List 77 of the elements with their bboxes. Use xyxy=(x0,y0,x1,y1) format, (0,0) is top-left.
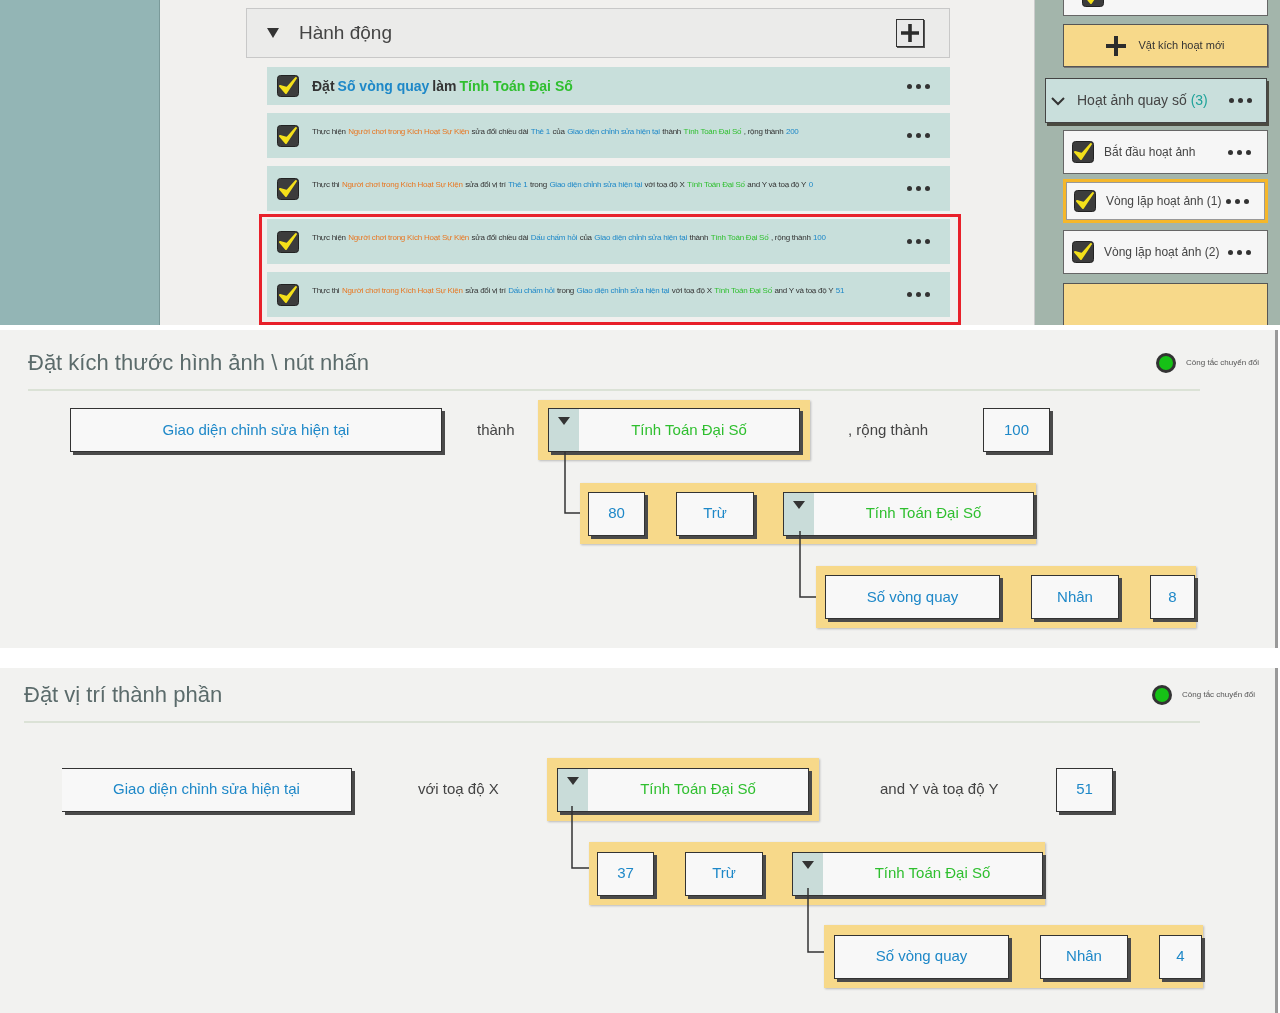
checkbox[interactable] xyxy=(277,177,299,200)
group-title: Hoạt ảnh quay số (3) xyxy=(1077,91,1209,110)
toggle-indicator[interactable] xyxy=(1152,684,1173,705)
plus-icon xyxy=(1106,35,1127,56)
value-button[interactable]: 37 xyxy=(597,851,654,896)
panel-title: Hành động xyxy=(299,20,393,45)
action-row[interactable]: Đặt Số vòng quay làm Tính Toán Đại Số xyxy=(267,67,950,105)
plus-icon xyxy=(901,24,919,42)
connector-line xyxy=(571,805,590,869)
more-icon[interactable] xyxy=(1226,198,1249,204)
connector-label: thành xyxy=(477,419,516,440)
connector-line xyxy=(807,887,825,953)
caret-icon xyxy=(793,500,805,509)
action-row[interactable]: Thực hiện Người chơi trong Kích Hoạt Sự Kiện sửa đổi chiều dài Dấu chấm hỏi của Giao diện chỉnh sửa hiện tại thành Tính Toán Đại Số , rộng thành 100 xyxy=(267,219,950,264)
more-icon[interactable] xyxy=(907,186,930,191)
section-title: Đặt kích thước hình ảnh \ nút nhấn xyxy=(28,349,371,377)
triangle-down-icon[interactable] xyxy=(267,28,279,38)
checkbox[interactable] xyxy=(277,283,299,306)
value-button[interactable]: 4 xyxy=(1159,934,1202,979)
trigger-item[interactable]: Vòng lặp hoạt ảnh (2) xyxy=(1063,230,1268,274)
connector-label: , rộng thành xyxy=(848,419,930,440)
add-trigger-button[interactable] xyxy=(1063,283,1268,325)
operator-button[interactable]: Trừ xyxy=(676,491,754,536)
chevron-down-icon[interactable] xyxy=(1051,95,1065,106)
caret-icon xyxy=(567,776,579,785)
more-icon[interactable] xyxy=(1229,98,1252,103)
toggle-indicator[interactable] xyxy=(1156,352,1177,373)
action-text: Thực hiện Người chơi trong Kích Hoạt Sự Kiện sửa đổi chiều dài Dấu chấm hỏi của Giao diện chỉnh sửa hiện tại thành Tính Toán Đại Số , rộng thành 100 xyxy=(312,231,827,244)
section-title: Đặt vị trí thành phần xyxy=(24,681,224,709)
add-trigger-button[interactable]: Vật kích hoạt mới xyxy=(1063,24,1268,67)
caret-icon xyxy=(802,860,814,869)
operator-button[interactable]: Nhân xyxy=(1031,575,1119,619)
checkbox[interactable] xyxy=(277,75,299,97)
target-button[interactable]: Giao diện chỉnh sửa hiện tại xyxy=(62,767,352,812)
operator-button[interactable]: Nhân xyxy=(1040,934,1128,979)
action-text: Thực hiện Người chơi trong Kích Hoạt Sự Kiện sửa đổi chiều dài Thẻ 1 của Giao diện chỉnh sửa hiện tại thành Tính Toán Đại Số , rộng thành 200 xyxy=(312,125,800,138)
action-text: Thực thi Người chơi trong Kích Hoạt Sự Kiện sửa đổi vị trí Dấu chấm hỏi trong Giao diện chỉnh sửa hiện tại với toạ độ X Tính Toán Đại Số and Y và toạ độ Y 51 xyxy=(312,284,846,297)
operator-button[interactable]: Trừ xyxy=(685,851,763,896)
action-row[interactable]: Thực thi Người chơi trong Kích Hoạt Sự Kiện sửa đổi vị trí Thẻ 1 trong Giao diện chỉnh sửa hiện tại với toạ độ X Tính Toán Đại Số and Y và toạ độ Y 0 xyxy=(267,166,950,211)
action-text: Thực thi Người chơi trong Kích Hoạt Sự Kiện sửa đổi vị trí Thẻ 1 trong Giao diện chỉnh sửa hiện tại với toạ độ X Tính Toán Đại Số and Y và toạ độ Y 0 xyxy=(312,178,814,191)
value-button[interactable]: 80 xyxy=(588,491,645,536)
connector-label: với toạ độ X xyxy=(418,779,500,800)
toggle-label: Công tắc chuyển đổi xyxy=(1186,356,1259,369)
add-button[interactable] xyxy=(896,19,924,47)
group-header[interactable]: Hoạt ảnh quay số (3) xyxy=(1045,78,1267,123)
value-button[interactable]: 8 xyxy=(1150,575,1195,619)
value-button[interactable]: Số vòng quay xyxy=(825,575,1000,619)
more-icon[interactable] xyxy=(907,133,930,138)
value-button[interactable]: 51 xyxy=(1056,767,1113,812)
more-icon[interactable] xyxy=(907,292,930,297)
panel-header[interactable]: Hành động xyxy=(246,8,950,58)
more-icon[interactable] xyxy=(907,83,930,89)
connector-line xyxy=(564,451,581,514)
checkbox[interactable] xyxy=(1072,141,1094,163)
action-row[interactable]: Thực thi Người chơi trong Kích Hoạt Sự Kiện sửa đổi vị trí Dấu chấm hỏi trong Giao diện chỉnh sửa hiện tại với toạ độ X Tính Toán Đại Số and Y và toạ độ Y 51 xyxy=(267,272,950,317)
target-button[interactable]: Giao diện chỉnh sửa hiện tại xyxy=(70,408,442,452)
toggle-label: Công tắc chuyển đổi xyxy=(1182,688,1255,701)
checkbox[interactable] xyxy=(277,124,299,147)
value-button[interactable]: Số vòng quay xyxy=(834,934,1009,979)
checkbox[interactable] xyxy=(1072,241,1094,263)
checkbox[interactable] xyxy=(277,230,299,253)
checkbox[interactable] xyxy=(1074,190,1096,212)
caret-icon xyxy=(558,417,570,425)
more-icon[interactable] xyxy=(1228,149,1251,155)
more-icon[interactable] xyxy=(907,239,930,244)
connector-label: and Y và toạ độ Y xyxy=(880,779,1000,800)
action-row[interactable]: Thực hiện Người chơi trong Kích Hoạt Sự Kiện sửa đổi chiều dài Thẻ 1 của Giao diện chỉnh sửa hiện tại thành Tính Toán Đại Số , rộng thành 200 xyxy=(267,113,950,158)
dropdown[interactable]: Tính Toán Đại Số xyxy=(557,767,809,812)
value-button[interactable]: 100 xyxy=(983,408,1050,452)
action-text: Đặt Số vòng quay làm Tính Toán Đại Số xyxy=(312,76,574,96)
dropdown[interactable]: Tính Toán Đại Số xyxy=(548,408,800,452)
dropdown[interactable]: Tính Toán Đại Số xyxy=(783,491,1034,536)
trigger-item[interactable]: Vòng lặp hoạt ảnh (1) xyxy=(1063,179,1268,223)
trigger-item[interactable]: Bắt đầu hoạt ảnh xyxy=(1063,130,1268,174)
more-icon[interactable] xyxy=(1228,249,1251,255)
dropdown[interactable]: Tính Toán Đại Số xyxy=(792,851,1043,896)
connector-line xyxy=(799,530,817,598)
